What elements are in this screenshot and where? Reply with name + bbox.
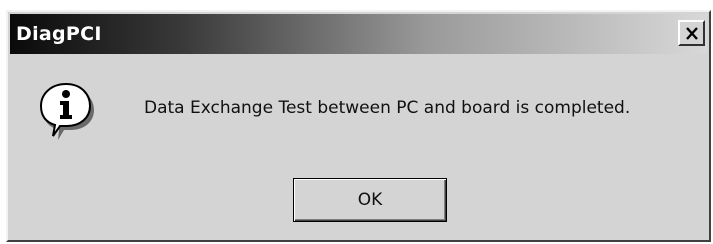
close-icon [685,26,698,40]
ok-button[interactable]: OK [293,178,447,222]
close-button[interactable] [678,20,705,46]
info-icon [39,82,94,140]
message-dialog: DiagPCI Data Exchange Test between PC an… [6,10,711,242]
title-bar[interactable]: DiagPCI [10,14,707,54]
ok-button-label: OK [357,190,383,210]
dialog-message: Data Exchange Test between PC and board … [144,98,631,118]
window-title: DiagPCI [16,23,102,45]
